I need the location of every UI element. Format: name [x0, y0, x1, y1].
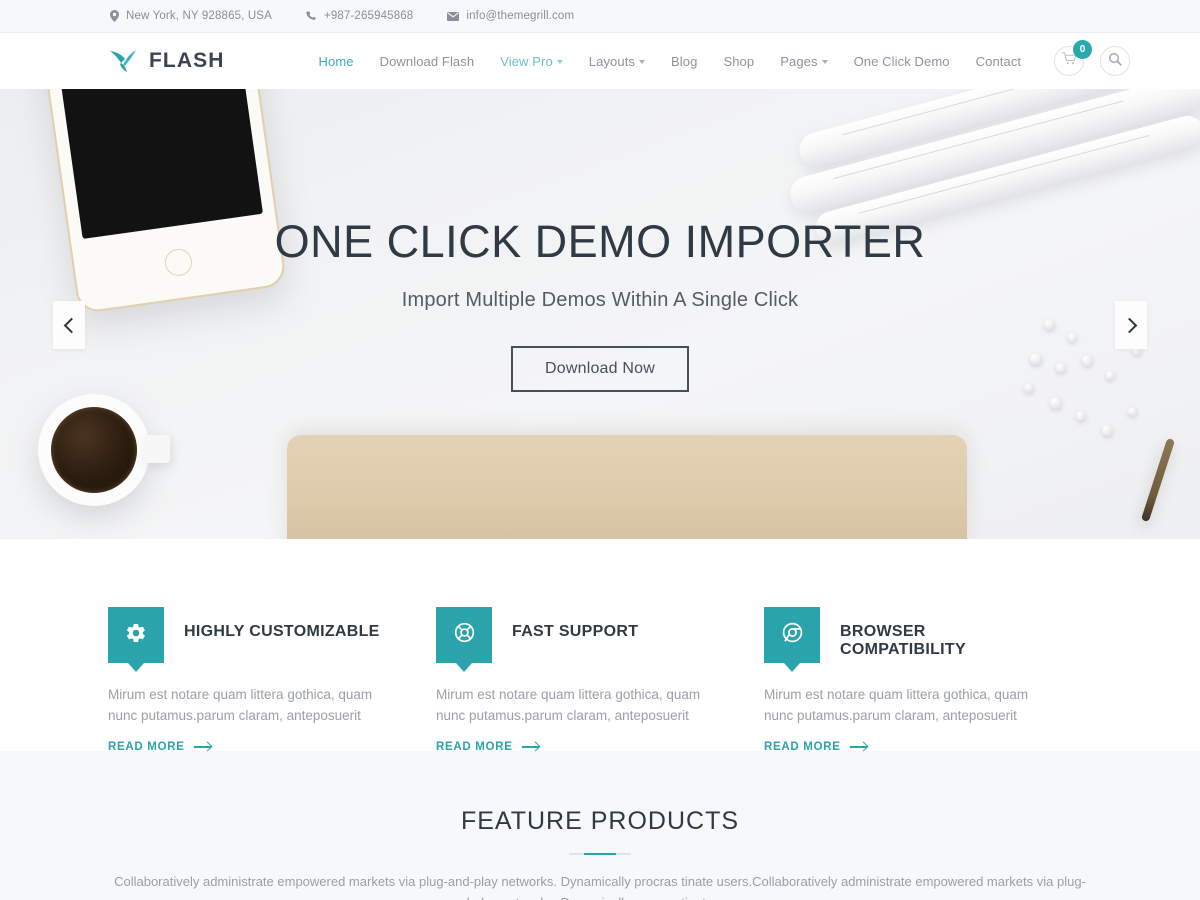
bird-logo-icon [108, 46, 138, 76]
feature-box-highly-customizable: HIGHLY CUSTOMIZABLE Mirum est notare qua… [108, 607, 436, 753]
nav-item-view-pro[interactable]: View Pro [500, 54, 563, 69]
feature-description: Mirum est notare quam littera gothica, q… [764, 687, 1029, 723]
nav-label-shop: Shop [723, 53, 755, 69]
hero-content: ONE CLICK DEMO IMPORTER Import Multiple … [0, 217, 1200, 392]
browser-chrome-icon [781, 621, 804, 649]
feature-icon-badge [436, 607, 492, 672]
nav-item-layouts[interactable]: Layouts [588, 53, 646, 69]
site-logo[interactable]: FLASH [108, 46, 225, 76]
slider-next-button[interactable] [1115, 301, 1147, 349]
nav-label-blog: Blog [671, 53, 698, 69]
slider-prev-button[interactable] [53, 301, 85, 349]
coffee-liquid [51, 407, 137, 493]
arrow-right-icon [521, 746, 539, 748]
nav-label-pages: Pages [780, 53, 818, 69]
topbar-email[interactable]: info@themegrill.com [447, 10, 574, 22]
hero-slider: ONE CLICK DEMO IMPORTER Import Multiple … [0, 89, 1200, 539]
lifebuoy-icon [453, 621, 476, 649]
search-button[interactable] [1100, 46, 1130, 76]
feature-description: Mirum est notare quam littera gothica, q… [108, 687, 373, 723]
hero-coffee-cup-image [38, 394, 170, 506]
phone-icon [306, 10, 317, 22]
arrow-right-icon [849, 746, 867, 748]
coffee-handle [144, 435, 170, 463]
hero-title: ONE CLICK DEMO IMPORTER [274, 216, 926, 267]
nav-label-home: Home [318, 53, 354, 69]
read-more-link[interactable]: READ MORE [764, 741, 867, 753]
chevron-down-icon [556, 60, 563, 64]
cart-button[interactable]: 0 [1054, 40, 1092, 76]
search-icon [1108, 52, 1122, 71]
feature-box-fast-support: FAST SUPPORT Mirum est notare quam litte… [436, 607, 764, 753]
feature-description: Mirum est notare quam littera gothica, q… [436, 687, 701, 723]
read-more-link[interactable]: READ MORE [436, 741, 539, 753]
nav-label-one-click-demo: One Click Demo [853, 53, 950, 69]
topbar-phone-text: +987-265945868 [323, 10, 414, 22]
topbar-phone[interactable]: +987-265945868 [306, 10, 413, 22]
topbar-address-text: New York, NY 928865, USA [126, 10, 272, 22]
logo-text: FLASH [149, 49, 225, 72]
feature-header: FAST SUPPORT [436, 607, 724, 672]
nav-item-download-flash[interactable]: Download Flash [380, 54, 475, 69]
read-more-label: READ MORE [108, 740, 185, 753]
nav-item-contact[interactable]: Contact [976, 54, 1022, 69]
gear-icon [125, 622, 147, 649]
nav-item-home[interactable]: Home [319, 54, 354, 69]
nav-label-view-pro: View Pro [500, 53, 553, 69]
top-info-bar: New York, NY 928865, USA +987-265945868 … [0, 0, 1200, 33]
nav-label-download-flash: Download Flash [379, 53, 475, 69]
hero-subtitle: Import Multiple Demos Within A Single Cl… [401, 288, 799, 311]
cart-count-badge: 0 [1073, 40, 1092, 59]
feature-products-section: FEATURE PRODUCTS Collaboratively adminis… [0, 751, 1200, 900]
chevron-down-icon [821, 60, 828, 64]
header-actions: 0 [1054, 40, 1130, 76]
feature-products-title: FEATURE PRODUCTS [460, 807, 740, 835]
read-more-label: READ MORE [764, 740, 841, 753]
feature-header: HIGHLY CUSTOMIZABLE [108, 607, 396, 672]
nav-item-shop[interactable]: Shop [723, 54, 754, 69]
location-pin-icon [110, 10, 119, 22]
read-more-link[interactable]: READ MORE [108, 741, 211, 753]
feature-icon-badge [764, 607, 820, 672]
envelope-icon [447, 11, 460, 21]
read-more-label: READ MORE [436, 740, 513, 753]
site-header: FLASH Home Download Flash View Pro Layou… [0, 33, 1200, 89]
feature-boxes-section: HIGHLY CUSTOMIZABLE Mirum est notare qua… [0, 539, 1200, 753]
arrow-right-icon [193, 746, 211, 748]
feature-box-browser-compatibility: BROWSER COMPATIBILITY Mirum est notare q… [764, 607, 1092, 753]
topbar-address: New York, NY 928865, USA [110, 10, 272, 22]
chevron-right-icon [1121, 317, 1137, 333]
topbar-email-text: info@themegrill.com [466, 10, 575, 22]
nav-item-blog[interactable]: Blog [671, 54, 697, 69]
chevron-down-icon [639, 60, 646, 64]
nav-label-contact: Contact [975, 53, 1022, 69]
download-now-button[interactable]: Download Now [510, 345, 689, 392]
feature-header: BROWSER COMPATIBILITY [764, 607, 1052, 672]
feature-title: HIGHLY CUSTOMIZABLE [184, 623, 380, 640]
chevron-left-icon [63, 317, 79, 333]
feature-icon-badge [108, 607, 164, 672]
nav-item-pages[interactable]: Pages [780, 53, 828, 69]
main-navigation: Home Download Flash View Pro Layouts Blo… [319, 54, 1022, 69]
feature-products-description: Collaboratively administrate empowered m… [114, 874, 1086, 900]
nav-label-layouts: Layouts [588, 53, 636, 69]
feature-title: BROWSER COMPATIBILITY [840, 623, 966, 658]
nav-item-one-click-demo[interactable]: One Click Demo [854, 54, 950, 69]
section-divider [569, 853, 631, 855]
hero-laptop-pad-image [287, 435, 967, 539]
feature-title: FAST SUPPORT [512, 623, 639, 640]
